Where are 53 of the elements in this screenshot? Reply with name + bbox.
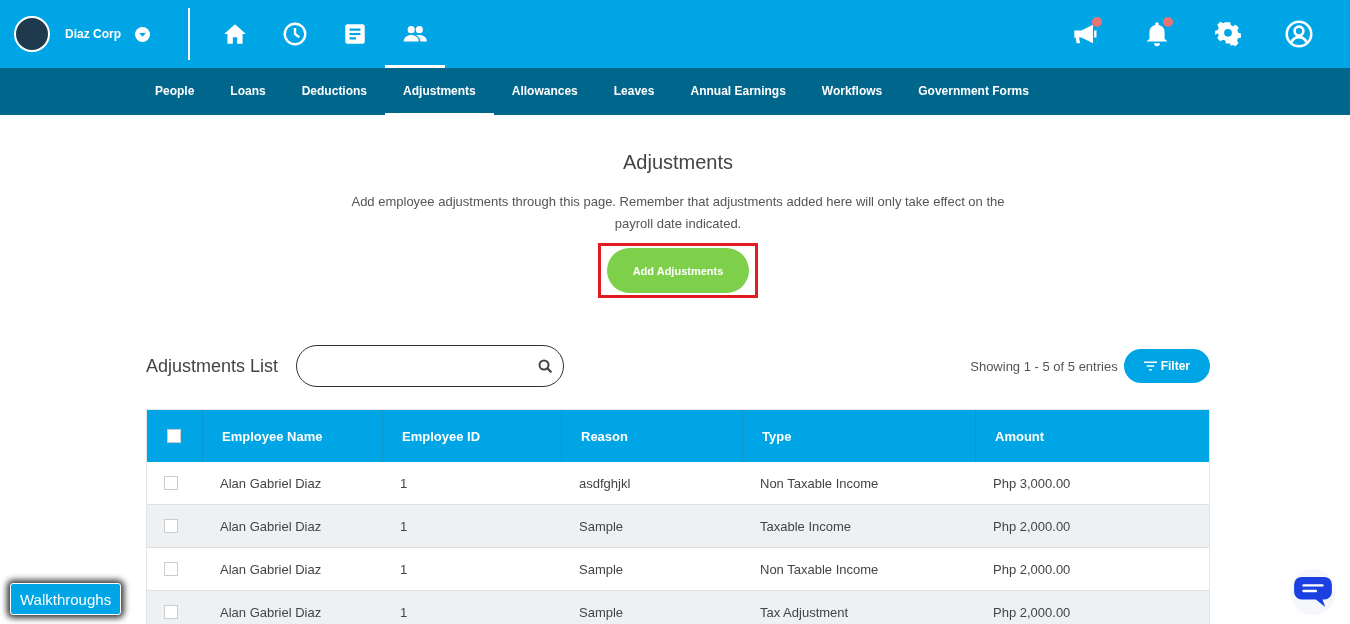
table-cell: Sample xyxy=(579,604,624,620)
entries-count: Showing 1 - 5 of 5 entries xyxy=(970,358,1118,374)
table-cell: Php 2,000.00 xyxy=(993,518,1071,534)
table-cell: 1 xyxy=(400,604,408,620)
table-cell: 1 xyxy=(400,518,408,534)
table-cell: Alan Gabriel Diaz xyxy=(220,561,322,577)
column-header: Reason xyxy=(581,428,628,444)
table-cell: asdfghjkl xyxy=(579,475,631,491)
row-checkbox[interactable] xyxy=(164,519,178,533)
table-cell: Alan Gabriel Diaz xyxy=(220,518,322,534)
clock-icon xyxy=(282,21,308,47)
table-cell: Alan Gabriel Diaz xyxy=(220,475,322,491)
column-header: Amount xyxy=(995,428,1045,444)
filter-icon xyxy=(1143,361,1157,371)
table-cell: Non Taxable Income xyxy=(760,475,879,491)
table-cell: Php 3,000.00 xyxy=(993,475,1071,491)
document-icon xyxy=(342,21,368,47)
column-header: Employee ID xyxy=(402,428,481,444)
tab[interactable]: Annual Earnings xyxy=(672,68,804,115)
table-cell: Non Taxable Income xyxy=(760,561,879,577)
list-title: Adjustments List xyxy=(146,355,279,377)
table-cell: Tax Adjustment xyxy=(760,604,849,620)
user-icon[interactable] xyxy=(1284,20,1313,48)
table-cell: Alan Gabriel Diaz xyxy=(220,604,322,620)
table-cell: 1 xyxy=(400,561,408,577)
page-title: Adjustments xyxy=(621,151,735,174)
tab[interactable]: Leaves xyxy=(595,68,673,115)
row-checkbox[interactable] xyxy=(164,476,178,490)
tab[interactable]: Government Forms xyxy=(900,68,1047,115)
table-cell: Sample xyxy=(579,561,624,577)
table-cell: Taxable Income xyxy=(760,518,852,534)
tab[interactable]: Allowances xyxy=(493,68,596,115)
tab[interactable]: Adjustments xyxy=(385,68,494,115)
chat-bubble-icon xyxy=(1294,575,1332,609)
column-header: Employee Name xyxy=(222,428,323,444)
table-cell: 1 xyxy=(400,475,408,491)
table-cell: Php 2,000.00 xyxy=(993,604,1071,620)
select-all-checkbox[interactable] xyxy=(167,429,181,443)
row-checkbox[interactable] xyxy=(164,605,178,619)
column-header: Type xyxy=(762,428,792,444)
search-icon xyxy=(537,358,554,374)
page-description: Add employee adjustments through this page. Remember that adjustments added here will only take effect on the payroll date indicated. xyxy=(350,193,1006,233)
settings-icon[interactable] xyxy=(1213,20,1242,48)
dropdown-icon[interactable] xyxy=(135,26,150,42)
tab[interactable]: Workflows xyxy=(803,68,901,115)
table-cell: Php 2,000.00 xyxy=(993,561,1071,577)
table-cell: Sample xyxy=(579,518,624,534)
company-logo xyxy=(14,16,50,52)
tab[interactable]: People xyxy=(137,68,213,115)
chat-button[interactable] xyxy=(1290,569,1336,615)
tab[interactable]: Deductions xyxy=(283,68,386,115)
tab[interactable]: Loans xyxy=(212,68,284,115)
row-checkbox[interactable] xyxy=(164,562,178,576)
